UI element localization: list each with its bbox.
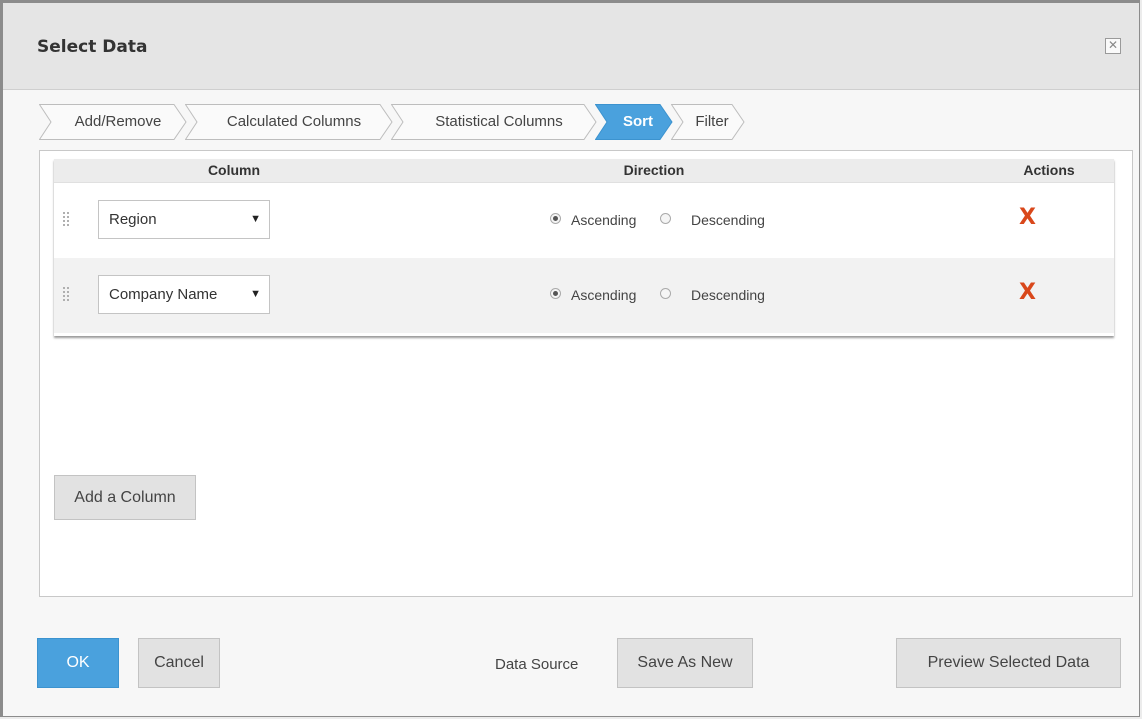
sort-table: Column Direction Actions Region ▼ Ascend… xyxy=(54,159,1114,336)
close-icon[interactable]: ✕ xyxy=(1105,38,1121,54)
tab-sort[interactable]: Sort xyxy=(595,104,673,140)
chevron-down-icon: ▼ xyxy=(250,213,261,225)
column-select[interactable]: Region ▼ xyxy=(98,200,270,239)
table-row: Region ▼ Ascending Descending X xyxy=(54,183,1114,258)
table-row: Company Name ▼ Ascending Descending X xyxy=(54,258,1114,333)
tab-label: Filter xyxy=(695,113,729,130)
table-header: Column Direction Actions xyxy=(54,159,1114,183)
header-direction: Direction xyxy=(623,162,685,178)
dialog-titlebar: Select Data ✕ xyxy=(3,3,1139,90)
header-column: Column xyxy=(207,162,261,178)
tab-label: Calculated Columns xyxy=(226,113,362,130)
dialog-title: Select Data xyxy=(37,37,148,57)
tab-add-remove[interactable]: Add/Remove xyxy=(39,104,187,140)
remove-row-icon[interactable]: X xyxy=(1019,280,1036,305)
descending-radio[interactable] xyxy=(660,288,671,299)
drag-handle-icon[interactable] xyxy=(62,286,70,302)
ok-button[interactable]: OK xyxy=(37,638,119,688)
column-select-value: Company Name xyxy=(109,286,218,303)
dialog-body: Add/Remove Calculated Columns Statistica… xyxy=(3,90,1139,716)
descending-label[interactable]: Descending xyxy=(691,212,765,228)
remove-row-icon[interactable]: X xyxy=(1019,205,1036,230)
chevron-down-icon: ▼ xyxy=(250,288,261,300)
sort-panel: Column Direction Actions Region ▼ Ascend… xyxy=(39,150,1133,597)
tab-label: Sort xyxy=(623,113,653,130)
cancel-button[interactable]: Cancel xyxy=(138,638,220,688)
header-actions: Actions xyxy=(1023,162,1075,178)
tab-statistical-columns[interactable]: Statistical Columns xyxy=(391,104,597,140)
ascending-radio[interactable] xyxy=(550,288,561,299)
save-as-new-button[interactable]: Save As New xyxy=(617,638,753,688)
tab-label: Statistical Columns xyxy=(435,113,563,130)
ascending-label[interactable]: Ascending xyxy=(571,212,636,228)
descending-label[interactable]: Descending xyxy=(691,287,765,303)
preview-selected-data-button[interactable]: Preview Selected Data xyxy=(896,638,1121,688)
column-select-value: Region xyxy=(109,211,157,228)
tab-label: Add/Remove xyxy=(74,113,162,130)
data-source-label: Data Source xyxy=(495,656,579,673)
tab-calculated-columns[interactable]: Calculated Columns xyxy=(185,104,393,140)
column-select[interactable]: Company Name ▼ xyxy=(98,275,270,314)
drag-handle-icon[interactable] xyxy=(62,211,70,227)
select-data-dialog: Select Data ✕ Add/Remove Calculated Colu… xyxy=(0,0,1140,717)
ascending-label[interactable]: Ascending xyxy=(571,287,636,303)
add-column-button[interactable]: Add a Column xyxy=(54,475,196,520)
descending-radio[interactable] xyxy=(660,213,671,224)
ascending-radio[interactable] xyxy=(550,213,561,224)
tab-filter[interactable]: Filter xyxy=(671,104,745,140)
